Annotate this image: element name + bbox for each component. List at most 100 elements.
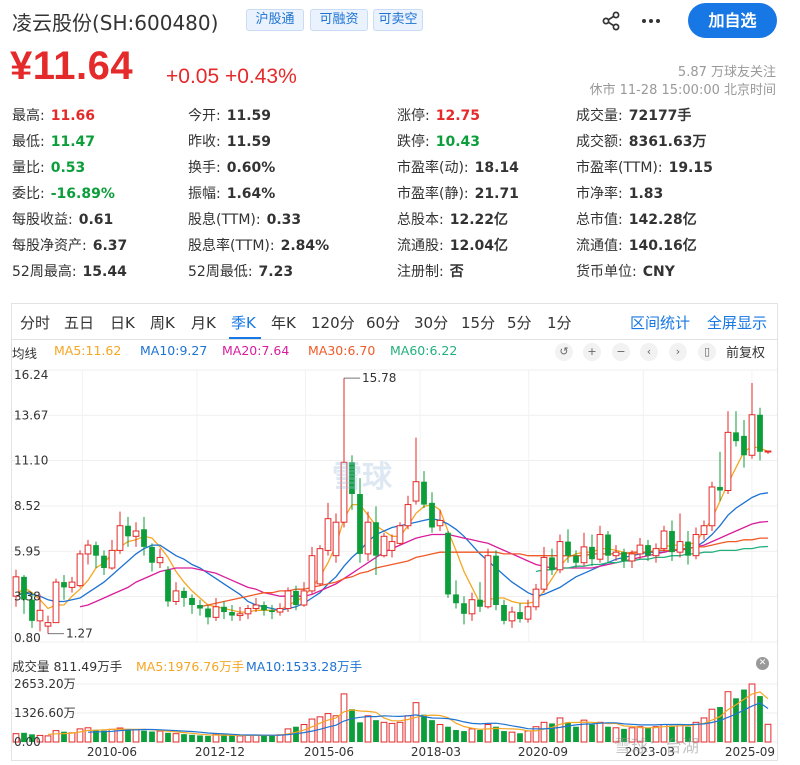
annotation-label: 1.27 — [66, 627, 93, 641]
tab-period[interactable]: 120分 — [311, 312, 355, 333]
tab-period[interactable]: 月K — [191, 312, 216, 333]
candle-body-up — [300, 590, 308, 606]
quote-stat: 涨停: 12.75 — [397, 106, 480, 126]
range-stats-link[interactable]: 区间统计 — [630, 312, 690, 333]
quote-stat: 市盈率(TTM): 19.15 — [576, 158, 713, 178]
tab-period[interactable]: 30分 — [414, 312, 448, 333]
tab-period[interactable]: 五日 — [64, 312, 94, 333]
quote-stat-value: -16.89% — [50, 186, 115, 202]
quote-stat-label: 每股收益: — [12, 212, 73, 228]
volume-bar-down — [501, 731, 507, 742]
x-tick-label: 2018-03 — [411, 745, 461, 759]
tab-period[interactable]: 年K — [271, 312, 296, 333]
candle-body-up — [212, 606, 220, 618]
x-tick-label: 2025-09 — [725, 745, 775, 759]
volume-bar-down — [181, 734, 187, 742]
candle-body-down — [549, 557, 555, 570]
tab-period[interactable]: 5分 — [507, 312, 532, 333]
volume-bar-up — [132, 729, 140, 743]
volume-bar-up — [708, 708, 716, 743]
share-icon[interactable] — [600, 10, 622, 32]
chevron-left-icon[interactable]: ‹ — [640, 343, 658, 361]
volume-bar-up — [236, 735, 244, 743]
close-icon[interactable]: ✕ — [756, 657, 769, 670]
quote-stat-label: 流通股: — [397, 238, 444, 254]
volume-bar-down — [165, 732, 171, 742]
candle-body-up — [116, 525, 124, 551]
quote-stat-value: 19.15 — [668, 160, 713, 176]
volume-bar-up — [76, 728, 84, 743]
candle-body-down — [293, 590, 299, 606]
candle-body-down — [669, 531, 675, 553]
quote-stat-value: 1.64% — [226, 186, 276, 202]
volume-bar-down — [453, 729, 459, 742]
tag-margin-financing[interactable]: 可融资 — [310, 9, 368, 31]
zoom-out-icon[interactable]: − — [612, 343, 630, 361]
candle-body-up — [252, 604, 260, 610]
quote-stat-label: 跌停: — [397, 134, 430, 150]
quote-stat-label: 每股净资产: — [12, 238, 87, 254]
quote-stat-label: 今开: — [188, 108, 221, 124]
tab-period[interactable]: 60分 — [366, 312, 400, 333]
candle-body-up — [276, 608, 284, 613]
chevron-right-icon[interactable]: › — [669, 343, 687, 361]
candle-body-up — [76, 553, 84, 587]
candle-body-up — [380, 535, 388, 557]
tag-hk-connect[interactable]: 沪股通 — [246, 9, 304, 31]
tab-period[interactable]: 分时 — [20, 312, 50, 333]
candle-body-down — [261, 605, 267, 611]
tab-period[interactable]: 15分 — [461, 312, 495, 333]
more-icon[interactable] — [640, 10, 662, 32]
quote-row: 52周最高: 15.44 52周最低: 7.23 注册制: 否 货币单位: CNY — [12, 262, 792, 288]
ma-legend: 均线 MA5:11.62 MA10:9.27 MA20:7.64 MA30:6.… — [12, 341, 777, 361]
volume-bar-down — [197, 735, 203, 742]
quote-stat-label: 股息(TTM): — [188, 212, 261, 228]
candle-body-up — [244, 608, 252, 615]
volume-bar-up — [44, 735, 52, 743]
quote-stat-label: 委比: — [12, 186, 45, 202]
quote-stat-label: 股息率(TTM): — [188, 238, 275, 254]
follower-count[interactable]: 5.87 万球友关注 — [678, 61, 776, 80]
quote-stat: 股息率(TTM): 2.84% — [188, 236, 329, 256]
volume-bar-up — [52, 730, 60, 743]
candle-body-down — [477, 599, 483, 607]
quote-stat-label: 流通值: — [576, 238, 623, 254]
volume-bar-up — [252, 734, 260, 743]
candlestick-chart[interactable]: 15.78 1.27 16.24 13.67 11.10 8.52 5.95 3.38 0.80 — [12, 362, 777, 652]
tab-period[interactable]: 周K — [150, 312, 175, 333]
quote-stat: 今开: 11.59 — [188, 106, 271, 126]
quote-row: 最低: 11.47 昨收: 11.59 跌停: 10.43 成交额: 8361.63万 — [12, 132, 792, 158]
candle-body-up — [156, 556, 164, 564]
volume-bar-down — [189, 734, 195, 742]
y-tick-label: 16.24 — [14, 368, 48, 382]
quote-stat: 52周最低: 7.23 — [188, 262, 293, 282]
volume-bar-down — [445, 726, 451, 742]
volume-bar-down — [125, 728, 131, 742]
candle-body-down — [645, 545, 651, 556]
zoom-in-icon[interactable]: + — [583, 343, 601, 361]
volume-bar-up — [284, 728, 292, 743]
reset-icon[interactable]: ↺ — [555, 343, 573, 361]
candle-body-up — [68, 581, 76, 588]
volume-bar-up — [468, 728, 476, 743]
tab-period[interactable]: 季K — [231, 312, 256, 333]
quote-stat-value: 12.75 — [435, 108, 481, 124]
fullscreen-link[interactable]: 全屏显示 — [707, 312, 767, 333]
y-tick-label: 13.67 — [14, 408, 48, 422]
quote-stat-value: 0.60% — [226, 160, 276, 176]
quote-stat: 最低: 11.47 — [12, 132, 95, 152]
tag-short-selling[interactable]: 可卖空 — [373, 9, 423, 31]
quote-stat: 52周最高: 15.44 — [12, 262, 127, 282]
tab-period[interactable]: 日K — [110, 312, 135, 333]
price-adjust-select[interactable]: 前复权 — [726, 342, 765, 361]
candle-body-down — [501, 605, 507, 621]
candle-style-icon[interactable]: ▯ — [698, 343, 716, 361]
candle-body-down — [101, 555, 107, 569]
tab-period[interactable]: 1分 — [547, 312, 572, 333]
candle-body-up — [612, 551, 620, 557]
add-to-watchlist-button[interactable]: 加自选 — [688, 3, 777, 38]
candle-body-up — [532, 588, 540, 608]
candle-body-down — [181, 590, 187, 598]
volume-bar-up — [396, 721, 404, 743]
quote-stat-value: 11.59 — [226, 108, 272, 124]
